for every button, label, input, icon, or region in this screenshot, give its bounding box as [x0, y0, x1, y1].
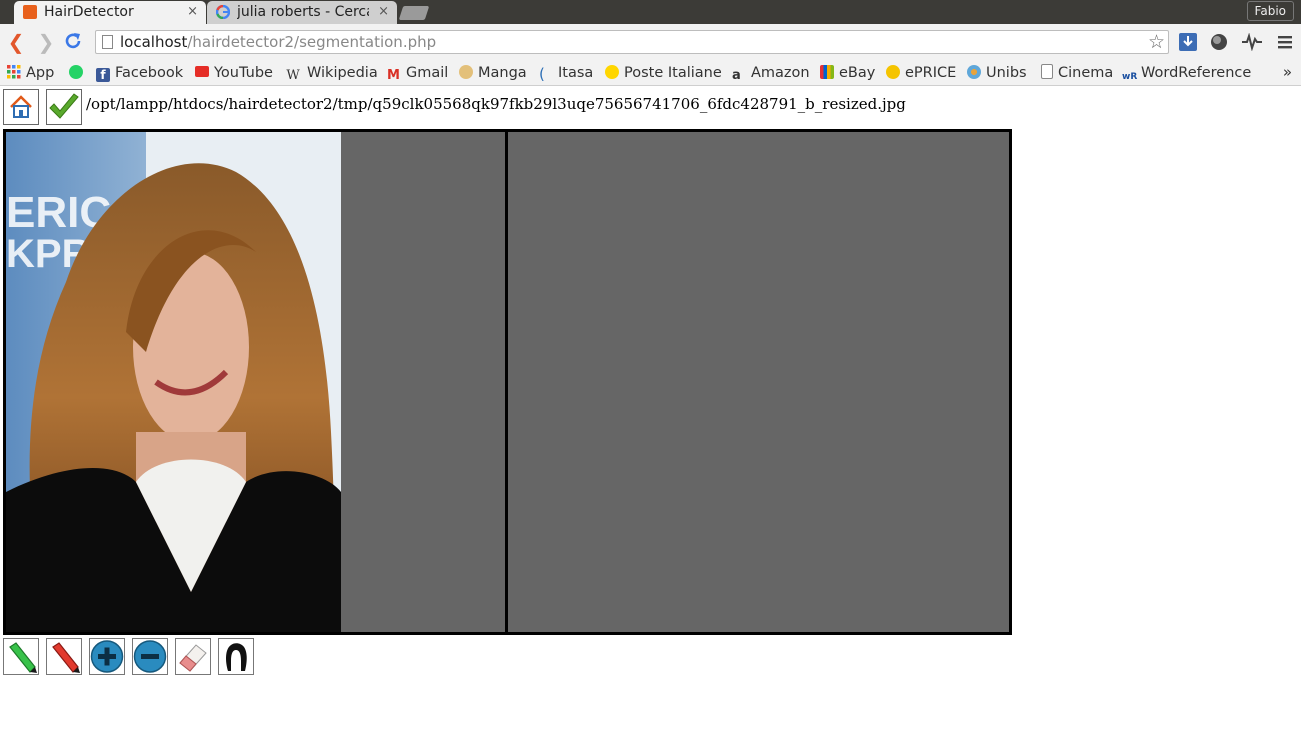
- globe-extension-icon[interactable]: [1210, 33, 1228, 51]
- zoom-in-icon: [90, 640, 124, 673]
- zoom-out-button[interactable]: [132, 638, 168, 675]
- menu-icon[interactable]: [1278, 33, 1296, 51]
- home-button[interactable]: [3, 89, 39, 125]
- close-tab-icon[interactable]: ×: [378, 4, 389, 19]
- gmail-icon: M: [387, 68, 400, 83]
- bookmark-star-icon[interactable]: ☆: [1148, 31, 1165, 53]
- zoom-in-button[interactable]: [89, 638, 125, 675]
- source-image-canvas[interactable]: ERICA KPRI: [3, 129, 508, 635]
- bookmark-wordreference[interactable]: wR WordReference: [1122, 63, 1251, 83]
- itasa-icon: (: [539, 65, 545, 83]
- facebook-icon: f: [96, 68, 110, 82]
- bookmark-label: Facebook: [115, 65, 184, 81]
- back-icon[interactable]: ❮: [6, 31, 26, 53]
- bookmark-app[interactable]: App: [7, 63, 54, 83]
- bookmark-eprice[interactable]: ePRICE: [886, 63, 956, 83]
- home-icon: [10, 95, 32, 118]
- eprice-icon: [886, 65, 900, 79]
- bookmark-label: YouTube: [214, 65, 273, 81]
- zoom-out-icon: [133, 640, 167, 673]
- tab-julia-roberts[interactable]: julia roberts - Cerca con Google ×: [207, 1, 397, 24]
- bookmarks-overflow-icon[interactable]: »: [1283, 63, 1292, 81]
- ebay-icon: [820, 65, 834, 79]
- page-icon: [1041, 64, 1053, 79]
- bookmark-label: eBay: [839, 65, 876, 81]
- eraser-button[interactable]: [175, 638, 211, 675]
- tab-title: julia roberts - Cerca con Google: [237, 4, 369, 20]
- reload-icon[interactable]: [63, 31, 83, 53]
- bookmark-facebook[interactable]: f Facebook: [96, 63, 183, 83]
- bookmark-ebay[interactable]: eBay: [820, 63, 875, 83]
- eraser-icon: [179, 644, 207, 672]
- forward-icon[interactable]: ❯: [36, 31, 56, 53]
- bookmark-label: Gmail: [406, 65, 449, 81]
- portrait-photo: ERICA KPRI: [6, 132, 341, 632]
- unibs-icon: [967, 65, 981, 79]
- checkmark-icon: [49, 93, 79, 119]
- bookmark-unibs[interactable]: Unibs: [967, 63, 1027, 83]
- bookmark-cinema[interactable]: Cinema: [1041, 63, 1113, 83]
- pulse-extension-icon[interactable]: [1242, 32, 1262, 52]
- bookmark-label: Itasa: [558, 65, 594, 81]
- bookmark-manga[interactable]: Manga: [459, 63, 527, 83]
- file-path: /opt/lampp/htdocs/hairdetector2/tmp/q59c…: [86, 95, 906, 113]
- google-favicon-icon: [215, 4, 231, 20]
- close-tab-icon[interactable]: ×: [187, 4, 198, 19]
- bookmark-label: WordReference: [1141, 65, 1252, 81]
- red-pencil-button[interactable]: [46, 638, 82, 675]
- hair-silhouette-icon: [226, 643, 247, 671]
- bookmark-label: Unibs: [986, 65, 1027, 81]
- confirm-button[interactable]: [46, 89, 82, 125]
- bookmark-label: ePRICE: [905, 65, 957, 81]
- bookmark-label: Wikipedia: [307, 65, 378, 81]
- bookmark-whatsapp[interactable]: [69, 63, 88, 83]
- bookmark-wikipedia[interactable]: W Wikipedia: [286, 63, 378, 83]
- red-pencil-icon: [52, 642, 80, 673]
- bookmark-label: Amazon: [751, 65, 810, 81]
- amazon-icon: a: [732, 68, 741, 83]
- bookmark-itasa[interactable]: ( Itasa: [539, 63, 593, 83]
- green-pencil-button[interactable]: [3, 638, 39, 675]
- bookmark-youtube[interactable]: YouTube: [195, 63, 273, 83]
- bookmark-gmail[interactable]: M Gmail: [387, 63, 448, 83]
- url-text: localhost/hairdetector2/segmentation.php: [120, 33, 437, 51]
- poste-italiane-icon: [605, 65, 619, 79]
- bookmark-amazon[interactable]: a Amazon: [732, 63, 810, 83]
- tab-title: HairDetector: [44, 4, 134, 20]
- wikipedia-icon: W: [286, 68, 300, 83]
- page-icon: [102, 35, 113, 49]
- whatsapp-icon: [69, 65, 83, 79]
- bookmark-label: App: [26, 65, 55, 81]
- segmentation-result-canvas[interactable]: [505, 129, 1012, 635]
- bookmark-label: Manga: [478, 65, 527, 81]
- bookmark-poste-italiane[interactable]: Poste Italiane: [605, 63, 722, 83]
- bookmark-label: Poste Italiane: [624, 65, 722, 81]
- profile-button[interactable]: Fabio: [1246, 1, 1294, 21]
- xampp-favicon-icon: [23, 5, 37, 19]
- youtube-icon: [195, 66, 209, 77]
- tab-strip: HairDetector × julia roberts - Cerca con…: [0, 0, 1301, 24]
- manga-icon: [459, 65, 473, 79]
- browser-toolbar: ❮ ❯ localhost/hairdetector2/segmentation…: [0, 24, 1301, 60]
- wordreference-icon: wR: [1122, 72, 1138, 82]
- download-extension-icon[interactable]: [1179, 33, 1197, 51]
- bookmarks-bar: App f Facebook YouTube W Wikipedia M Gmail …: [0, 60, 1301, 86]
- tab-hairdetector[interactable]: HairDetector ×: [14, 1, 206, 24]
- apps-grid-icon: [7, 65, 21, 79]
- address-bar[interactable]: localhost/hairdetector2/segmentation.php…: [95, 30, 1169, 54]
- bookmark-label: Cinema: [1058, 65, 1114, 81]
- green-pencil-icon: [9, 642, 37, 673]
- new-tab-button[interactable]: [398, 6, 430, 20]
- hair-mask-button[interactable]: [218, 638, 254, 675]
